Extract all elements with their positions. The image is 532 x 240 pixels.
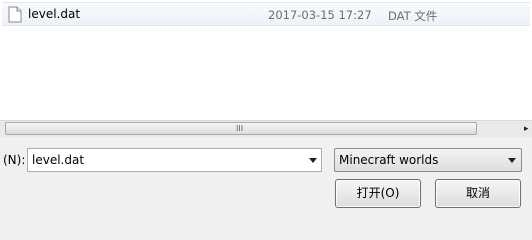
chevron-down-icon: [508, 158, 516, 163]
file-list[interactable]: level.dat 2017-03-15 17:27 DAT 文件: [0, 0, 532, 120]
file-name: level.dat: [28, 7, 81, 21]
open-button[interactable]: 打开(O): [335, 179, 421, 208]
cancel-button[interactable]: 取消: [435, 179, 521, 208]
filename-input[interactable]: level.dat: [27, 148, 322, 172]
file-type: DAT 文件: [388, 9, 438, 23]
scrollbar-grip-icon: III: [236, 124, 244, 133]
scrollbar-thumb[interactable]: III: [5, 122, 477, 135]
file-type-filter-select[interactable]: Minecraft worlds: [334, 148, 522, 172]
chevron-down-icon[interactable]: [309, 158, 317, 163]
file-date-modified: 2017-03-15 17:27: [268, 8, 372, 22]
file-row-level-dat[interactable]: level.dat 2017-03-15 17:27 DAT 文件: [2, 2, 530, 26]
filename-label: (N):: [3, 153, 26, 167]
horizontal-scrollbar[interactable]: III ▸: [0, 120, 532, 137]
filename-value: level.dat: [32, 153, 85, 167]
scroll-right-arrow-icon[interactable]: ▸: [524, 121, 532, 137]
document-icon: [8, 6, 22, 23]
filter-selected-value: Minecraft worlds: [339, 153, 439, 167]
